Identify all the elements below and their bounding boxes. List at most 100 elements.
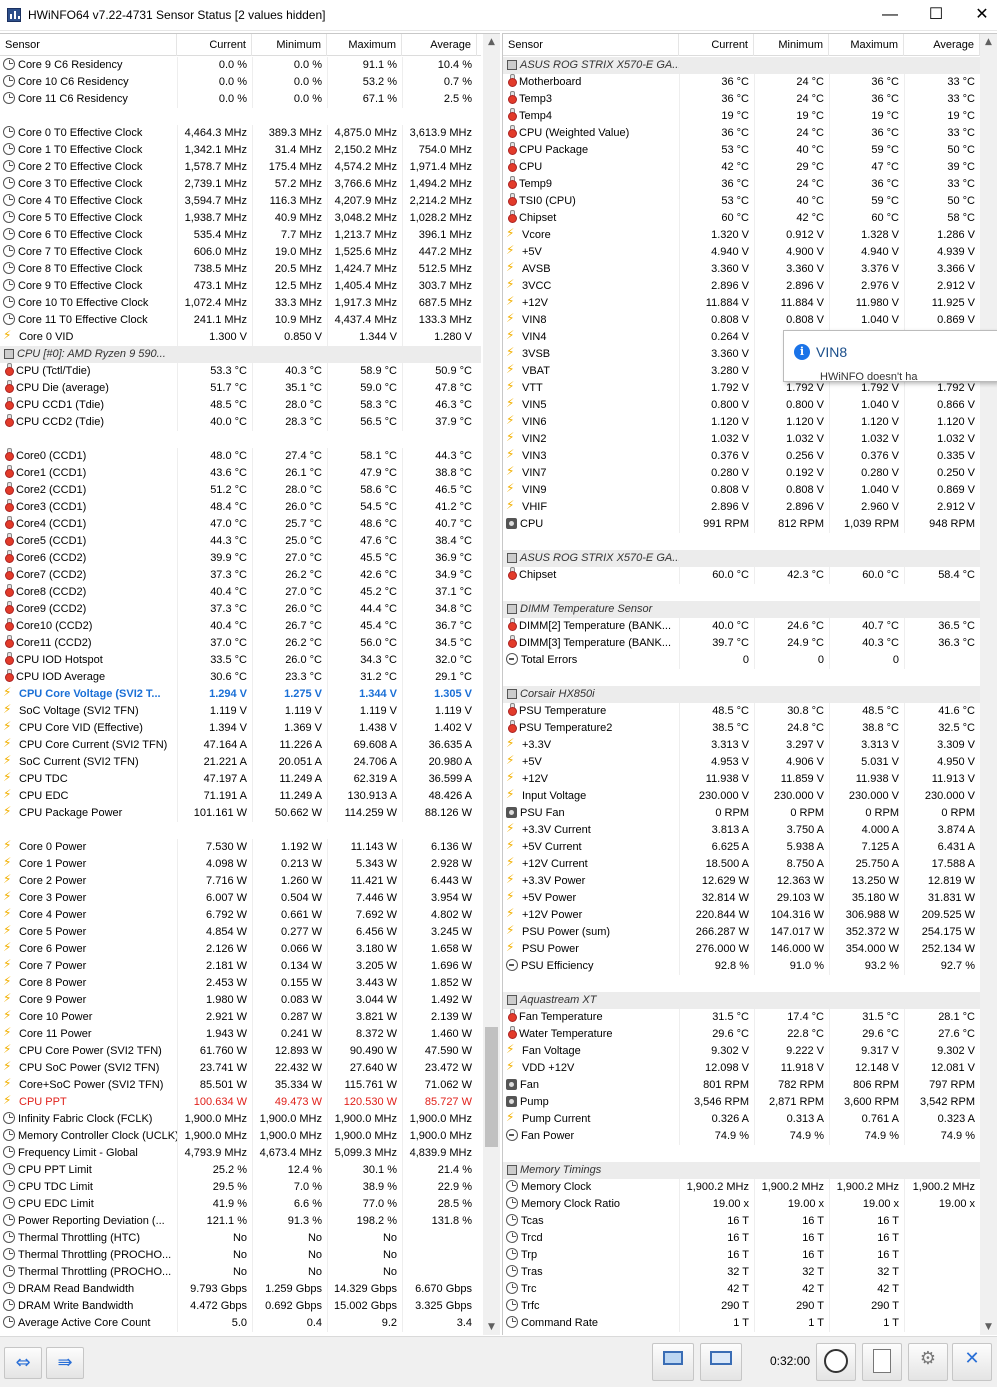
sensor-row[interactable]: Core 5 T0 Effective Clock 1,938.7 MHz 40.9… bbox=[0, 210, 481, 227]
sensor-row[interactable]: TSI0 (CPU) 53 °C 40 °C 59 °C 50 °C bbox=[503, 193, 980, 210]
sensor-row[interactable]: CPU Package Power 101.161 W50.662 W114.25… bbox=[0, 805, 481, 822]
sensor-row[interactable]: Command Rate 1 T1 T1 T bbox=[503, 1315, 980, 1332]
sensor-row[interactable]: Frequency Limit - Global 4,793.9 MHz 4,673… bbox=[0, 1145, 481, 1162]
sensor-row[interactable]: Core 0 Power 7.530 W1.192 W11.143 W6.136 … bbox=[0, 839, 481, 856]
sensor-row[interactable]: Trcd 16 T 16 T 16 T bbox=[503, 1230, 980, 1247]
sensor-row[interactable]: VIN90.808 V0.808 V1.040 V0.869 V bbox=[503, 482, 980, 499]
sensor-row[interactable]: CPU Core Current (SVI2 TFN) 47.164 A11.22… bbox=[0, 737, 481, 754]
scroll-down-arrow-icon[interactable]: ▼ bbox=[483, 1319, 500, 1335]
sensor-row[interactable]: Fan Power 74.9 % 74.9 % 74.9 % 74.9 % bbox=[503, 1128, 980, 1145]
sensor-row[interactable]: Core 10 T0 Effective Clock 1,072.4 MHz 33.… bbox=[0, 295, 481, 312]
sensor-row[interactable]: Core 5 Power 4.854 W0.277 W6.456 W3.245 W bbox=[0, 924, 481, 941]
column-header-sensor[interactable]: Sensor bbox=[503, 34, 679, 56]
sensor-row[interactable]: CPU PPT Limit 25.2 % 12.4 % 30.1 % 21.4 % bbox=[0, 1162, 481, 1179]
network-icon[interactable] bbox=[700, 1343, 742, 1381]
sensor-row[interactable]: Tras 32 T 32 T 32 T bbox=[503, 1264, 980, 1281]
sensor-row[interactable]: Average Active Core Count 5.0 0.4 9.2 3.4 bbox=[0, 1315, 481, 1332]
sensor-group-header[interactable]: CPU [#0]: AMD Ryzen 9 590... bbox=[0, 346, 481, 363]
sensor-row[interactable]: DIMM[2] Temperature (BANK... 40.0 °C 24.6 … bbox=[503, 618, 980, 635]
sensor-row[interactable]: Core 11 T0 Effective Clock 241.1 MHz 10.9 … bbox=[0, 312, 481, 329]
sensor-row[interactable]: DIMM[3] Temperature (BANK... 39.7 °C 24.9 … bbox=[503, 635, 980, 652]
sensor-row[interactable]: Thermal Throttling (PROCHO... No No No bbox=[0, 1247, 481, 1264]
sensor-row[interactable]: +5V Current 6.625 A5.938 A7.125 A6.431 A bbox=[503, 839, 980, 856]
sensor-row[interactable]: CPU 991 RPM 812 RPM 1,039 RPM 948 RPM bbox=[503, 516, 980, 533]
sensor-group-header[interactable]: ASUS ROG STRIX X570-E GA... bbox=[503, 550, 980, 567]
sensor-row[interactable]: CPU Core Power (SVI2 TFN) 61.760 W12.893 … bbox=[0, 1043, 481, 1060]
sensor-row[interactable]: 3VCC2.896 V2.896 V2.976 V2.912 V bbox=[503, 278, 980, 295]
sensor-row[interactable]: Core 1 T0 Effective Clock 1,342.1 MHz 31.4… bbox=[0, 142, 481, 159]
column-header-minimum[interactable]: Minimum bbox=[252, 34, 327, 56]
sensor-row[interactable]: Core 9 T0 Effective Clock 473.1 MHz 12.5 M… bbox=[0, 278, 481, 295]
sensor-row[interactable]: CPU (Weighted Value) 36 °C 24 °C 36 °C 33 °C bbox=[503, 125, 980, 142]
sensor-row[interactable]: Water Temperature 29.6 °C 22.8 °C 29.6 °C 27… bbox=[503, 1026, 980, 1043]
sensor-row[interactable]: VIN50.800 V0.800 V1.040 V0.866 V bbox=[503, 397, 980, 414]
sensor-row[interactable]: Core 6 T0 Effective Clock 535.4 MHz 7.7 MH… bbox=[0, 227, 481, 244]
sensor-row[interactable]: PSU Fan 0 RPM 0 RPM 0 RPM 0 RPM bbox=[503, 805, 980, 822]
column-header-maximum[interactable]: Maximum bbox=[327, 34, 402, 56]
sensor-row[interactable]: CPU SoC Power (SVI2 TFN) 23.741 W22.432 W… bbox=[0, 1060, 481, 1077]
sensor-row[interactable]: Chipset 60 °C 42 °C 60 °C 58 °C bbox=[503, 210, 980, 227]
minimize-button[interactable]: — bbox=[867, 0, 913, 31]
sensor-row[interactable]: Core10 (CCD2) 40.4 °C 26.7 °C 45.4 °C 36.7 °… bbox=[0, 618, 481, 635]
column-header-minimum[interactable]: Minimum bbox=[754, 34, 829, 56]
sensor-row[interactable]: Core 1 Power 4.098 W0.213 W5.343 W2.928 W bbox=[0, 856, 481, 873]
sensor-row[interactable]: CPU 42 °C 29 °C 47 °C 39 °C bbox=[503, 159, 980, 176]
clock-reset-icon[interactable] bbox=[816, 1343, 856, 1381]
sensor-row[interactable]: Temp3 36 °C 24 °C 36 °C 33 °C bbox=[503, 91, 980, 108]
sensor-row[interactable]: Temp4 19 °C 19 °C 19 °C 19 °C bbox=[503, 108, 980, 125]
sensor-row[interactable]: Core 0 T0 Effective Clock 4,464.3 MHz 389.… bbox=[0, 125, 481, 142]
scroll-up-arrow-icon[interactable]: ▲ bbox=[980, 34, 997, 51]
sensor-row[interactable]: +3.3V Current 3.813 A3.750 A4.000 A3.874 … bbox=[503, 822, 980, 839]
sensor-row[interactable]: Core6 (CCD2) 39.9 °C 27.0 °C 45.5 °C 36.9 °C bbox=[0, 550, 481, 567]
sensor-row[interactable]: CPU IOD Average 30.6 °C 23.3 °C 31.2 °C 29.1… bbox=[0, 669, 481, 686]
sensor-row[interactable]: Temp9 36 °C 24 °C 36 °C 33 °C bbox=[503, 176, 980, 193]
sensor-row[interactable]: +5V4.940 V4.900 V4.940 V4.939 V bbox=[503, 244, 980, 261]
sensor-group-header[interactable]: Corsair HX850i bbox=[503, 686, 980, 703]
sensor-row[interactable]: PSU Power (sum) 266.287 W147.017 W352.372… bbox=[503, 924, 980, 941]
sensor-row[interactable]: Core 9 Power 1.980 W0.083 W3.044 W1.492 W bbox=[0, 992, 481, 1009]
sensor-row[interactable]: Trfc 290 T 290 T 290 T bbox=[503, 1298, 980, 1315]
sensor-row[interactable]: Core 7 Power 2.181 W0.134 W3.205 W1.696 W bbox=[0, 958, 481, 975]
monitor-icon[interactable] bbox=[652, 1343, 694, 1381]
report-add-icon[interactable] bbox=[862, 1343, 902, 1381]
sensor-row[interactable]: Core 11 Power 1.943 W0.241 W8.372 W1.460 … bbox=[0, 1026, 481, 1043]
sensor-row[interactable]: Memory Controller Clock (UCLK) 1,900.0 MH… bbox=[0, 1128, 481, 1145]
column-header-average[interactable]: Average bbox=[904, 34, 980, 56]
sensor-row[interactable]: CPU Die (average) 51.7 °C 35.1 °C 59.0 °C 47… bbox=[0, 380, 481, 397]
sensor-row[interactable]: CPU (Tctl/Tdie) 53.3 °C 40.3 °C 58.9 °C 50.9… bbox=[0, 363, 481, 380]
sensor-row[interactable]: Trc 42 T 42 T 42 T bbox=[503, 1281, 980, 1298]
sensor-row[interactable]: Chipset 60.0 °C 42.3 °C 60.0 °C 58.4 °C bbox=[503, 567, 980, 584]
sensor-row[interactable]: Core 0 VID 1.300 V0.850 V1.344 V1.280 V bbox=[0, 329, 481, 346]
sensor-row[interactable]: Core 3 T0 Effective Clock 2,739.1 MHz 57.2… bbox=[0, 176, 481, 193]
sensor-row[interactable]: VIN70.280 V0.192 V0.280 V0.250 V bbox=[503, 465, 980, 482]
close-button[interactable]: ✕ bbox=[959, 0, 997, 31]
sensor-group-header[interactable]: Memory Timings bbox=[503, 1162, 980, 1179]
sensor-row[interactable]: CPU TDC Limit 29.5 % 7.0 % 38.9 % 22.9 % bbox=[0, 1179, 481, 1196]
sensor-group-header[interactable]: Aquastream XT bbox=[503, 992, 980, 1009]
sensor-row[interactable]: Pump 3,546 RPM 2,871 RPM 3,600 RPM 3,542 RPM bbox=[503, 1094, 980, 1111]
sensor-row[interactable]: VIN80.808 V0.808 V1.040 V0.869 V bbox=[503, 312, 980, 329]
settings-gear-icon[interactable]: ⚙ bbox=[908, 1343, 948, 1381]
sensor-row[interactable]: CPU Core Voltage (SVI2 T... 1.294 V1.275 … bbox=[0, 686, 481, 703]
scroll-up-arrow-icon[interactable]: ▲ bbox=[483, 34, 500, 51]
column-header-current[interactable]: Current bbox=[177, 34, 252, 56]
sensor-row[interactable]: Total Errors 0 0 0 bbox=[503, 652, 980, 669]
sensor-row[interactable]: +12V11.884 V11.884 V11.980 V11.925 V bbox=[503, 295, 980, 312]
sensor-row[interactable]: Core8 (CCD2) 40.4 °C 27.0 °C 45.2 °C 37.1 °C bbox=[0, 584, 481, 601]
sensor-row[interactable]: Core 4 Power 6.792 W0.661 W7.692 W4.802 W bbox=[0, 907, 481, 924]
sensor-row[interactable]: Core4 (CCD1) 47.0 °C 25.7 °C 48.6 °C 40.7 °C bbox=[0, 516, 481, 533]
sensor-row[interactable]: Tcas 16 T 16 T 16 T bbox=[503, 1213, 980, 1230]
right-scrollbar[interactable]: ▲ ▼ bbox=[980, 34, 997, 1335]
sensor-row[interactable]: Core2 (CCD1) 51.2 °C 28.0 °C 58.6 °C 46.5 °C bbox=[0, 482, 481, 499]
sensor-row[interactable]: Core 6 Power 2.126 W0.066 W3.180 W1.658 W bbox=[0, 941, 481, 958]
sensor-row[interactable]: +12V Power 220.844 W104.316 W306.988 W209… bbox=[503, 907, 980, 924]
sensor-row[interactable]: PSU Power 276.000 W146.000 W354.000 W252.… bbox=[503, 941, 980, 958]
close-sensors-icon[interactable]: ✕ bbox=[952, 1343, 992, 1381]
sensor-row[interactable]: SoC Voltage (SVI2 TFN)1.119 V1.119 V1.11… bbox=[0, 703, 481, 720]
sensor-row[interactable]: +3.3V Power 12.629 W12.363 W13.250 W12.81… bbox=[503, 873, 980, 890]
sensor-group-header[interactable]: DIMM Temperature Sensor bbox=[503, 601, 980, 618]
sensor-row[interactable]: Core 3 Power 6.007 W0.504 W7.446 W3.954 W bbox=[0, 890, 481, 907]
sensor-row[interactable]: Core9 (CCD2) 37.3 °C 26.0 °C 44.4 °C 34.8 °C bbox=[0, 601, 481, 618]
scroll-down-arrow-icon[interactable]: ▼ bbox=[980, 1319, 997, 1335]
sensor-row[interactable]: +5V Power 32.814 W29.103 W35.180 W31.831 … bbox=[503, 890, 980, 907]
